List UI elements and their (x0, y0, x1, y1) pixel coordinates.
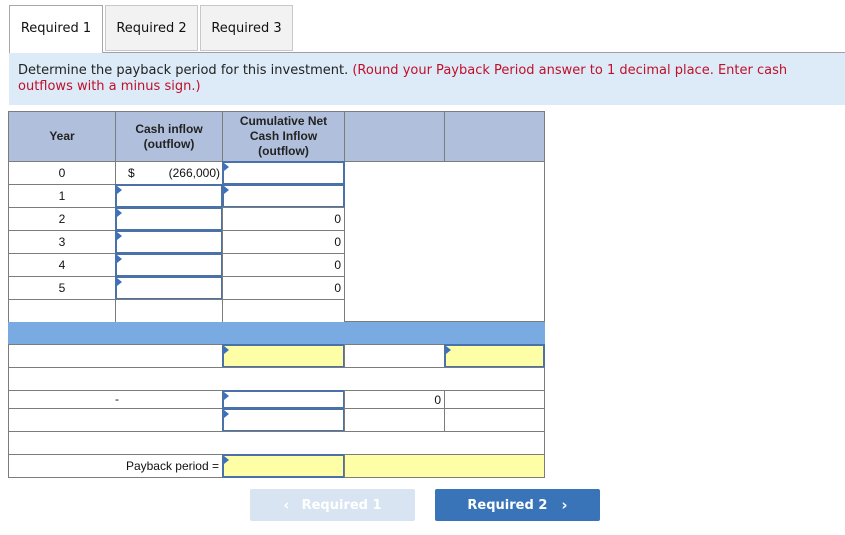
year-cell: 5 (8, 276, 116, 300)
section-divider-band (8, 322, 545, 345)
header-year: Year (8, 111, 116, 162)
tab-required-2[interactable]: Required 2 (105, 5, 198, 51)
calc-input-c[interactable] (222, 390, 345, 409)
payback-period-input[interactable] (222, 454, 345, 478)
instruction-text: Determine the payback period for this in… (18, 63, 349, 78)
chevron-right-icon: › (561, 496, 568, 514)
header-col4 (344, 111, 445, 162)
year-cell: 2 (8, 207, 116, 231)
calc-label-cell: - (8, 390, 223, 409)
cash-inflow-input-year-2[interactable] (115, 207, 223, 231)
cash-inflow-input-year-5[interactable] (115, 276, 223, 300)
calc-input-a1[interactable] (222, 344, 345, 368)
empty-cell (222, 299, 345, 323)
payback-unit-cell (344, 454, 545, 478)
calc-empty-cell (444, 408, 545, 432)
header-cash-inflow: Cash inflow (outflow) (115, 111, 223, 162)
payback-table: Year Cash inflow (outflow) Cumulative Ne… (8, 111, 545, 478)
currency-symbol: $ (128, 166, 135, 180)
dash-label: - (115, 392, 119, 406)
cash-inflow-input-year-3[interactable] (115, 230, 223, 254)
calc-empty-cell (444, 390, 545, 409)
calc-label-cell (8, 408, 223, 432)
cash-inflow-input-year-4[interactable] (115, 253, 223, 277)
cumulative-value: 0 (222, 207, 345, 231)
year-cell: 3 (8, 230, 116, 254)
empty-cell (115, 299, 223, 323)
cumulative-value: 0 (222, 253, 345, 277)
calc-input-d[interactable] (222, 408, 345, 432)
empty-row (8, 431, 545, 455)
next-required-2-button[interactable]: Required 2 › (435, 489, 600, 521)
year-cell: 1 (8, 184, 116, 208)
calc-value: 0 (344, 390, 445, 409)
instruction-panel: Determine the payback period for this in… (9, 53, 845, 105)
cumulative-value: 0 (222, 276, 345, 300)
prev-required-1-button[interactable]: ‹ Required 1 (250, 489, 415, 521)
cumulative-input-year-0[interactable] (222, 161, 345, 185)
prev-button-label: Required 1 (301, 497, 382, 513)
empty-row (8, 367, 545, 391)
header-col5 (444, 111, 545, 162)
header-cumulative: Cumulative Net Cash Inflow (outflow) (222, 111, 345, 162)
tab-required-3[interactable]: Required 3 (200, 5, 293, 51)
cumulative-input-year-1[interactable] (222, 184, 345, 208)
calc-empty-cell (344, 408, 445, 432)
calc-label-cell (344, 344, 445, 368)
empty-cell (8, 299, 116, 323)
next-button-label: Required 2 (467, 497, 548, 513)
cash-inflow-cell: $ (266,000) (115, 161, 223, 185)
chevron-left-icon: ‹ (283, 496, 290, 514)
calc-input-a2[interactable] (444, 344, 545, 368)
payback-label: Payback period = (8, 454, 223, 478)
blank-area (344, 161, 545, 322)
cumulative-value: 0 (222, 230, 345, 254)
year-cell: 4 (8, 253, 116, 277)
cash-inflow-value: (266,000) (168, 166, 220, 180)
year-cell: 0 (8, 161, 116, 185)
cash-inflow-input-year-1[interactable] (115, 184, 223, 208)
tab-required-1[interactable]: Required 1 (9, 5, 103, 53)
calc-label-cell (8, 344, 223, 368)
